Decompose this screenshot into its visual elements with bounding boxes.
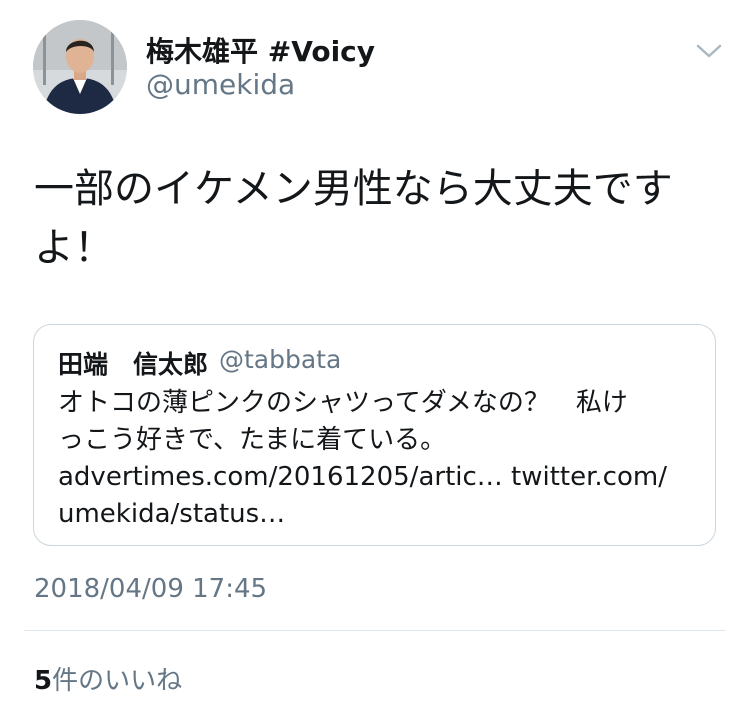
quoted-text-link-line[interactable]: umekida/status…	[58, 496, 698, 533]
quoted-text-line: っこう好きで、たまに着ている。	[58, 425, 447, 455]
likes-count[interactable]: 5件のいいね	[34, 660, 182, 697]
chevron-down-icon[interactable]	[694, 40, 724, 62]
tweet-text-line: 一部のイケメン男性なら大丈夫です	[34, 166, 673, 212]
author-display-name[interactable]: 梅木雄平 #Voicy	[146, 30, 375, 70]
likes-label: 件のいいね	[52, 666, 183, 696]
quoted-tweet-card[interactable]: 田端 信太郎 @tabbata オトコの薄ピンクのシャツってダメなの？ 私け っ…	[33, 324, 716, 546]
tweet-timestamp[interactable]: 2018/04/09 17:45	[34, 574, 267, 604]
tweet-text: 一部のイケメン男性なら大丈夫です よ！	[34, 160, 724, 278]
quoted-author-handle: @tabbata	[219, 345, 342, 374]
tweet-text-line: よ！	[34, 225, 114, 271]
quoted-tweet-text: オトコの薄ピンクのシャツってダメなの？ 私け っこう好きで、たまに着ている。 a…	[58, 385, 698, 533]
likes-number: 5	[34, 666, 53, 696]
avatar-photo-icon	[33, 20, 127, 114]
quoted-author-name: 田端 信太郎	[58, 350, 209, 379]
author-avatar[interactable]	[33, 20, 127, 114]
author-handle[interactable]: @umekida	[146, 68, 295, 101]
quoted-text-link-line[interactable]: advertimes.com/20161205/artic… twitter.c…	[58, 459, 698, 496]
quoted-text-line: オトコの薄ピンクのシャツってダメなの？ 私け	[58, 388, 628, 418]
divider	[24, 630, 726, 631]
